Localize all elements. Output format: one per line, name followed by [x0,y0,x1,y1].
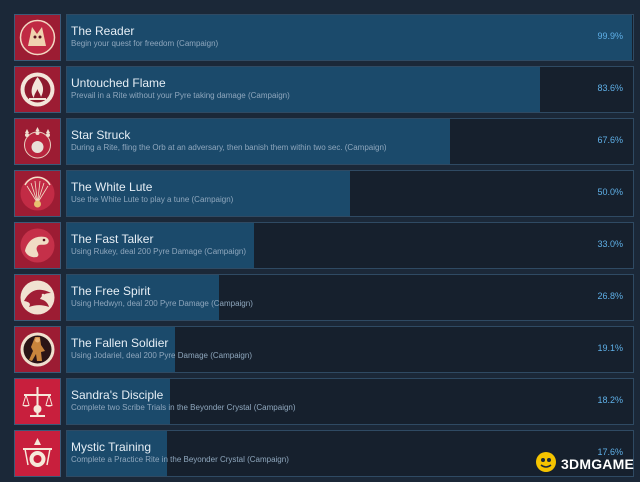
watermark: 3DMGAME [535,451,634,478]
achievement-row[interactable]: Untouched Flame Prevail in a Rite withou… [14,66,636,113]
achievement-row[interactable]: The Fallen Soldier Using Jodariel, deal … [14,326,636,373]
achievement-name: The Free Spirit [71,284,151,298]
achievement-percent: 50.0% [597,187,623,197]
achievement-description: Use the White Lute to play a tune (Campa… [71,195,234,204]
flame-icon [14,66,61,113]
achievement-panel: The Fast Talker Using Rukey, deal 200 Py… [66,222,634,269]
achievement-row[interactable]: The Reader Begin your quest for freedom … [14,14,636,61]
achievement-name: The White Lute [71,180,153,194]
achievement-percent: 83.6% [597,83,623,93]
achievement-row[interactable]: Star Struck During a Rite, fling the Orb… [14,118,636,165]
lute-icon [14,170,61,217]
star-orb-icon [14,118,61,165]
mystic-icon [14,430,61,477]
achievement-panel: The Reader Begin your quest for freedom … [66,14,634,61]
achievement-name: The Reader [71,24,135,38]
achievement-row[interactable]: The Fast Talker Using Rukey, deal 200 Py… [14,222,636,269]
bird-icon [14,274,61,321]
achievement-description: Using Jodariel, deal 200 Pyre Damage (Ca… [71,351,252,360]
achievement-row[interactable]: The White Lute Use the White Lute to pla… [14,170,636,217]
achievement-name: Mystic Training [71,440,152,454]
soldier-icon [14,326,61,373]
achievement-panel: Star Struck During a Rite, fling the Orb… [66,118,634,165]
watermark-logo-icon [535,451,557,478]
achievement-percent: 18.2% [597,395,623,405]
progress-bar [67,15,633,60]
achievement-panel: The Fallen Soldier Using Jodariel, deal … [66,326,634,373]
achievement-percent: 19.1% [597,343,623,353]
achievement-description: Using Rukey, deal 200 Pyre Damage (Campa… [71,247,247,256]
achievement-row[interactable]: Sandra's Disciple Complete two Scribe Tr… [14,378,636,425]
scales-icon [14,378,61,425]
achievement-name: Star Struck [71,128,131,142]
achievement-panel: The Free Spirit Using Hedwyn, deal 200 P… [66,274,634,321]
fox-head-icon [14,14,61,61]
achievement-percent: 33.0% [597,239,623,249]
achievement-panel: Untouched Flame Prevail in a Rite withou… [66,66,634,113]
achievement-panel: The White Lute Use the White Lute to pla… [66,170,634,217]
achievement-description: Prevail in a Rite without your Pyre taki… [71,91,290,100]
achievement-panel: Sandra's Disciple Complete two Scribe Tr… [66,378,634,425]
achievement-description: Complete a Practice Rite in the Beyonder… [71,455,289,464]
achievement-name: Sandra's Disciple [71,388,164,402]
watermark-text: 3DMGAME [561,456,634,472]
achievement-row[interactable]: The Free Spirit Using Hedwyn, deal 200 P… [14,274,636,321]
achievement-name: The Fallen Soldier [71,336,169,350]
achievement-name: The Fast Talker [71,232,154,246]
achievement-list: The Reader Begin your quest for freedom … [0,0,640,482]
achievement-name: Untouched Flame [71,76,166,90]
achievement-description: Complete two Scribe Trials in the Beyond… [71,403,296,412]
achievement-description: Begin your quest for freedom (Campaign) [71,39,219,48]
achievement-percent: 99.9% [597,31,623,41]
achievement-description: Using Hedwyn, deal 200 Pyre Damage (Camp… [71,299,253,308]
achievement-percent: 26.8% [597,291,623,301]
dog-icon [14,222,61,269]
achievement-description: During a Rite, fling the Orb at an adver… [71,143,387,152]
achievement-percent: 67.6% [597,135,623,145]
